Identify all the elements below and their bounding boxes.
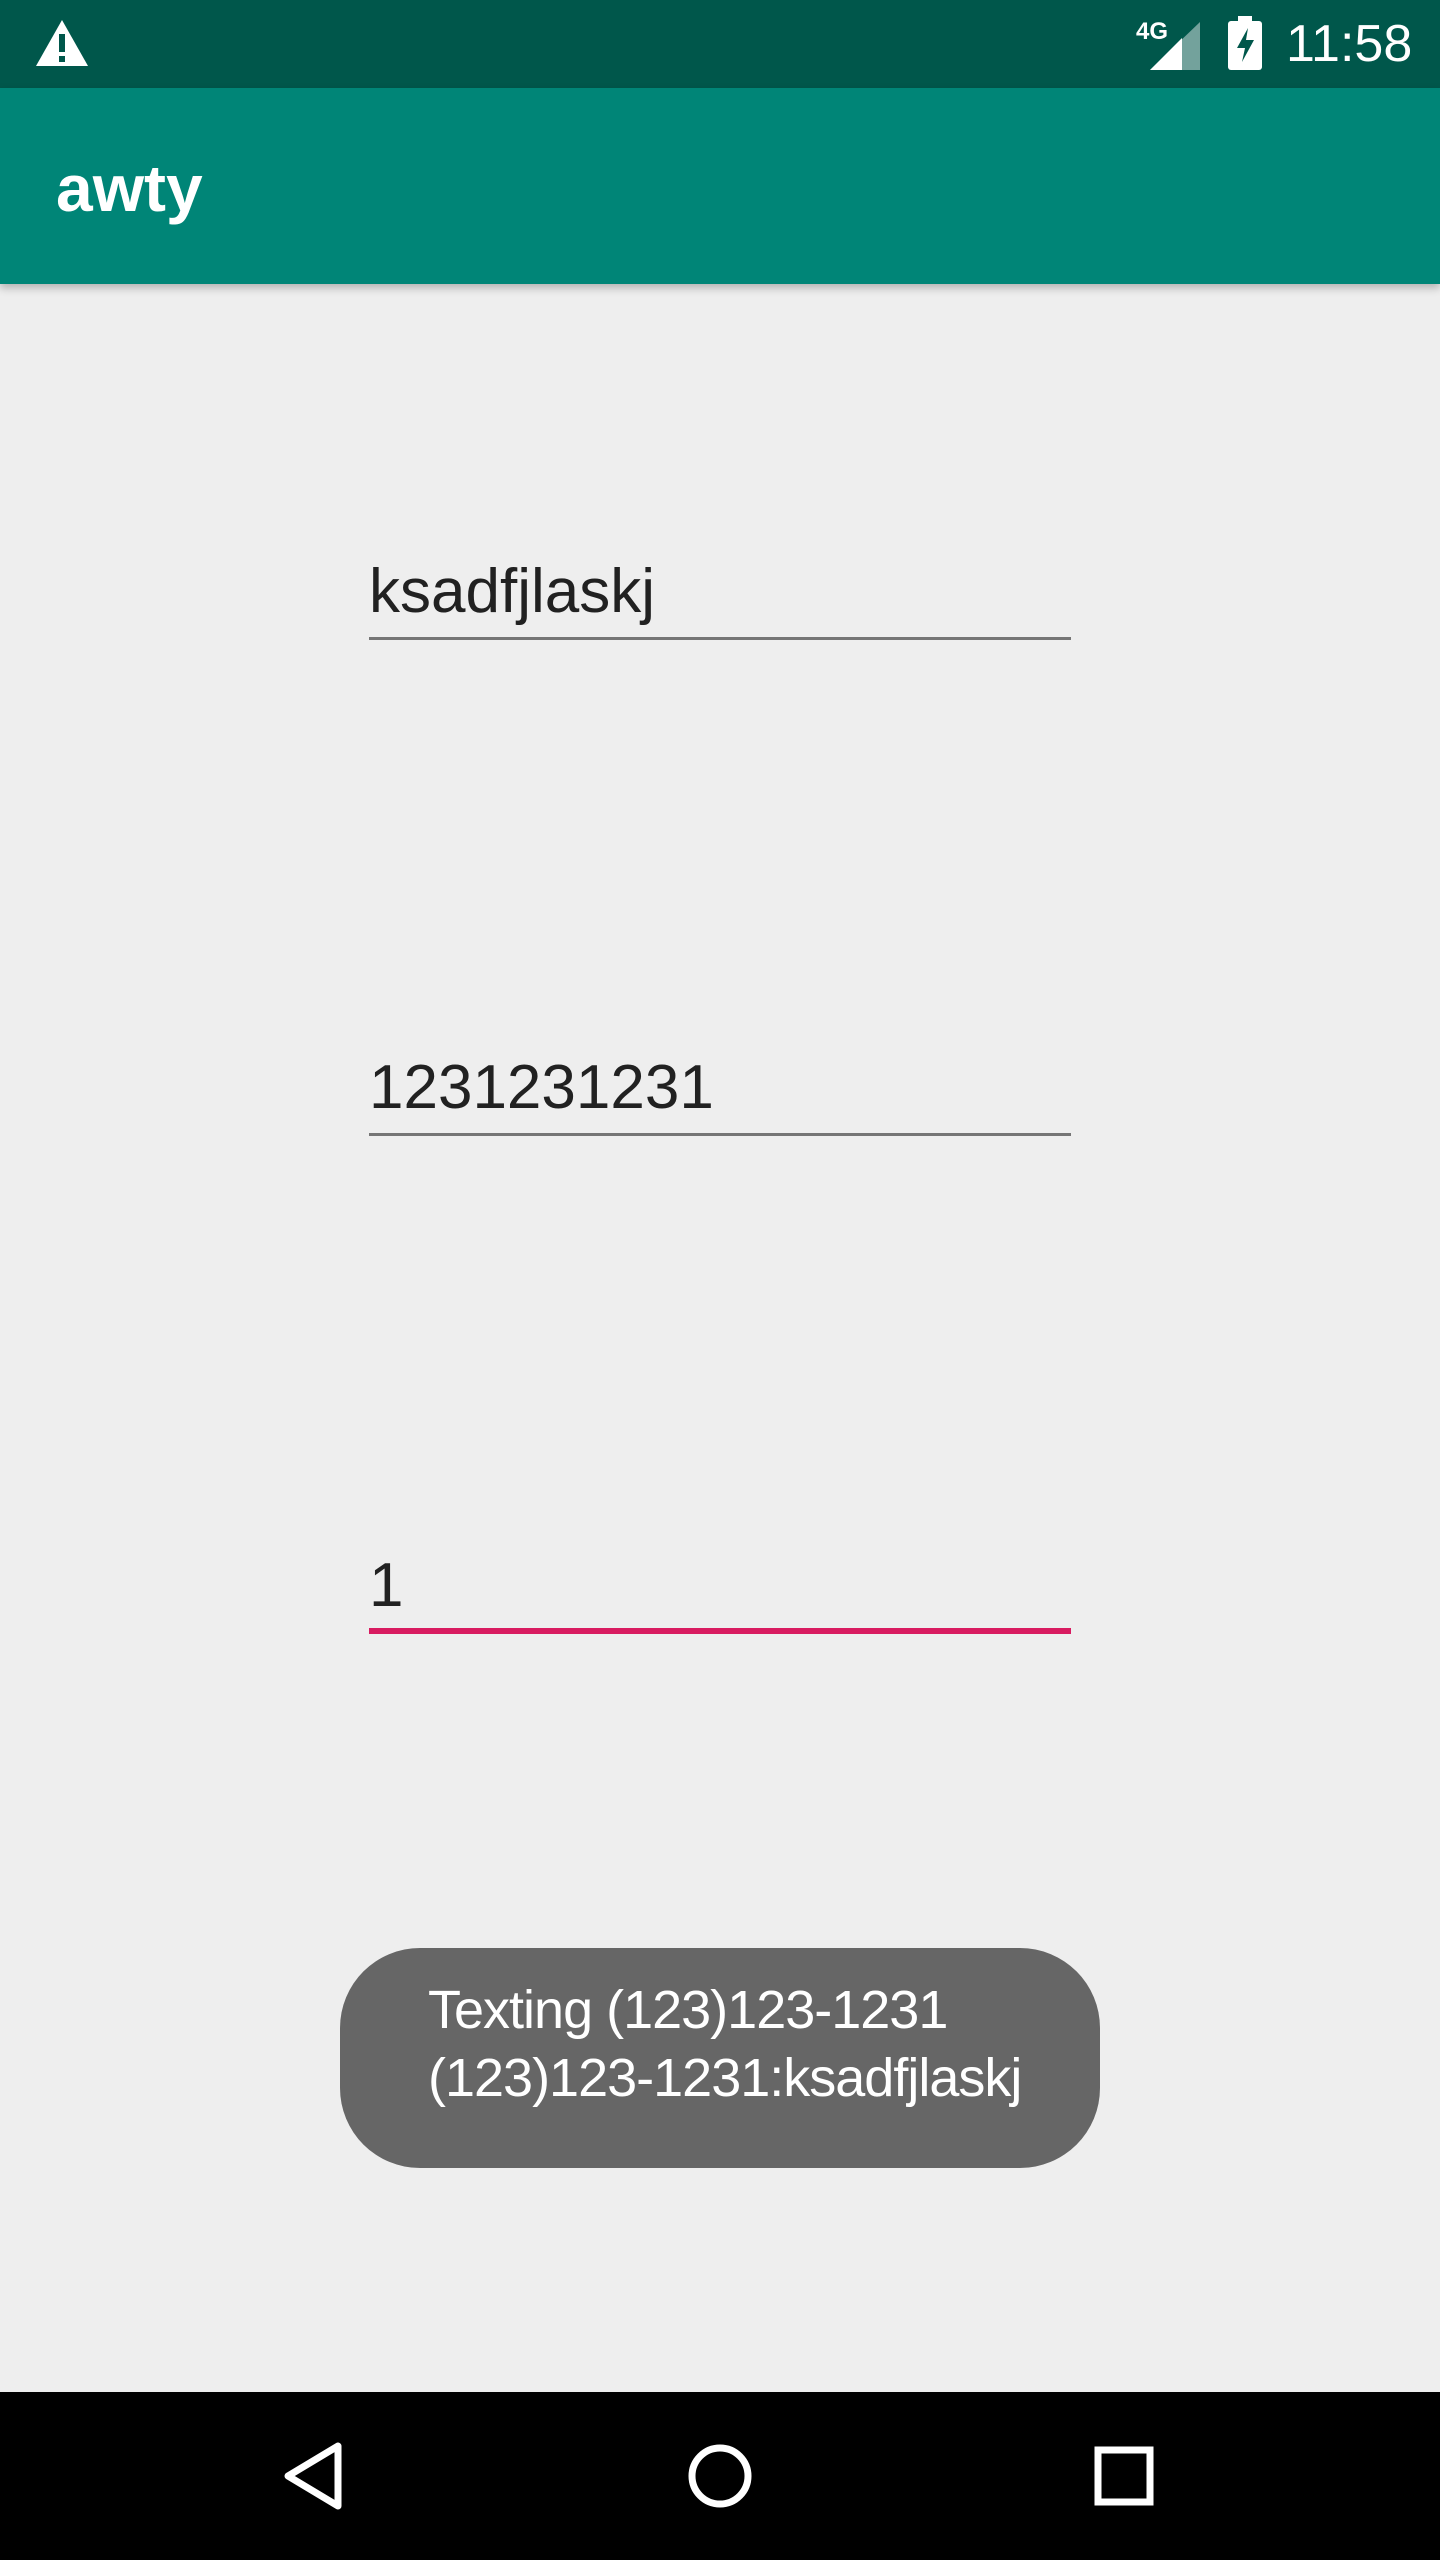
app-title: awty [56, 151, 203, 225]
toast-line-1: Texting (123)123-1231 [428, 1980, 948, 2040]
back-icon[interactable] [272, 2432, 360, 2520]
navigation-bar [0, 2392, 1440, 2560]
interval-field[interactable]: 1 [369, 1551, 1071, 1634]
phone-input[interactable]: 1231231231 [369, 1052, 714, 1124]
phone-field[interactable]: 1231231231 [369, 1053, 1071, 1136]
home-icon[interactable] [676, 2432, 764, 2520]
message-field[interactable]: ksadfjlaskj [369, 557, 1071, 640]
message-field-underline [369, 637, 1071, 640]
phone-field-underline [369, 1133, 1071, 1136]
signal-icon [1150, 22, 1200, 70]
interval-input[interactable]: 1 [369, 1550, 403, 1622]
status-bar: 4G 11:58 [0, 0, 1440, 88]
toast-message: Texting (123)123-1231 (123)123-1231:ksad… [340, 1948, 1100, 2168]
message-input[interactable]: ksadfjlaskj [369, 556, 655, 628]
toast-line-2: (123)123-1231:ksadfjlaskj [428, 2048, 1022, 2108]
interval-field-underline [369, 1628, 1071, 1634]
battery-charging-icon [1228, 16, 1262, 70]
clock: 11:58 [1286, 15, 1413, 73]
warning-icon [36, 20, 88, 66]
recents-icon[interactable] [1080, 2432, 1168, 2520]
app-bar: awty [0, 88, 1440, 284]
